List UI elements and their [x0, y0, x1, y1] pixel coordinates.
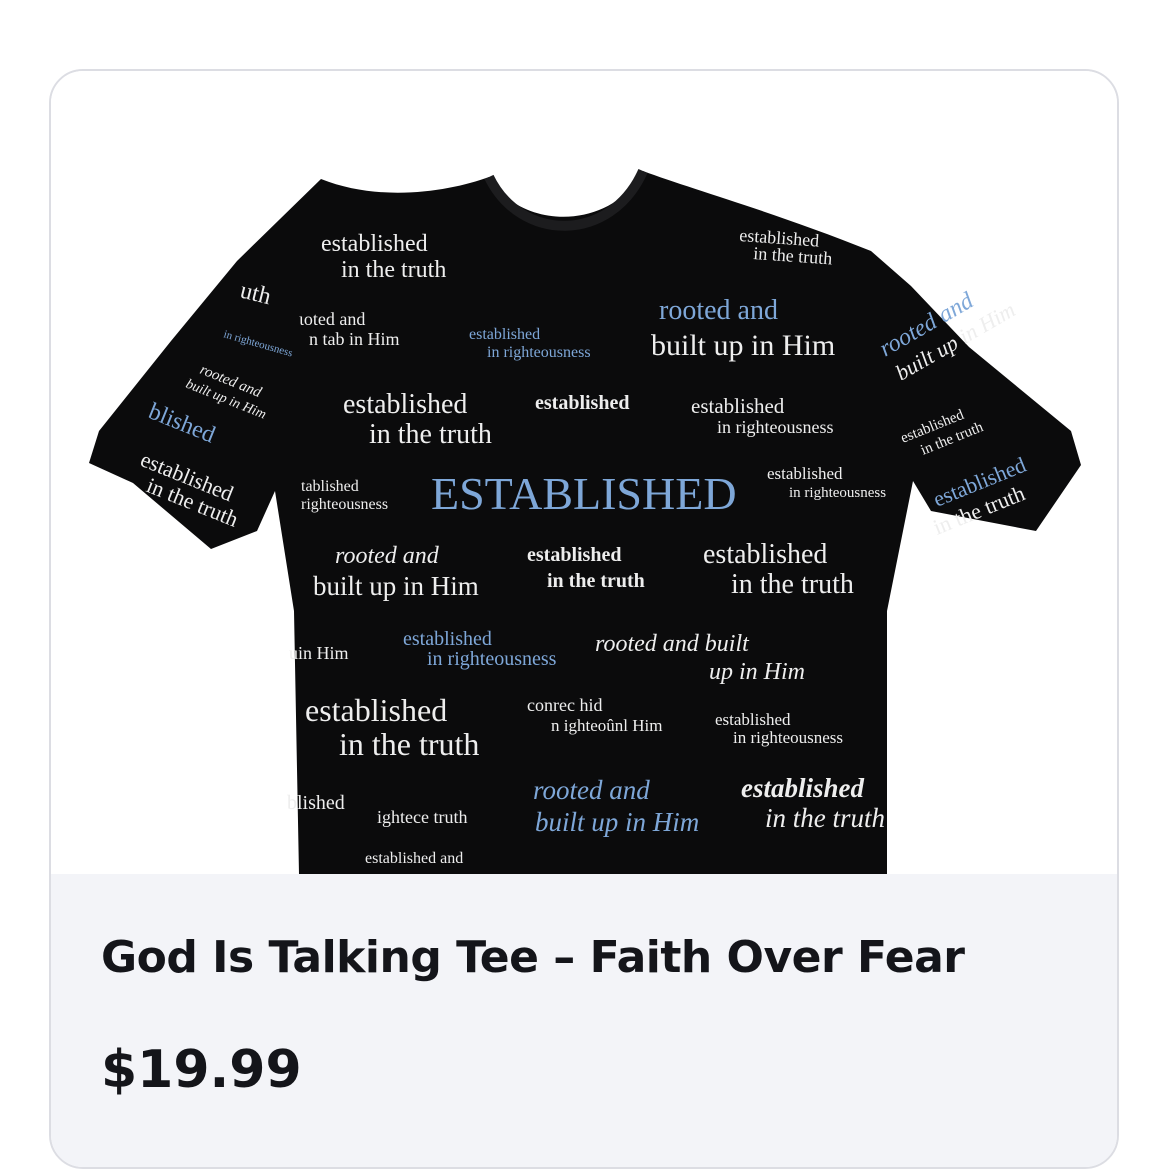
- print-text: rooted and built: [595, 631, 750, 657]
- print-text: rooted and: [533, 775, 650, 805]
- print-text: in the truth: [765, 803, 885, 833]
- print-text: rooted and: [659, 295, 778, 326]
- product-card[interactable]: ESTABLISHED established in the truth est…: [49, 69, 1119, 1169]
- print-text: established: [715, 710, 791, 729]
- print-text: established: [321, 231, 428, 257]
- print-text: established: [741, 773, 865, 803]
- product-title[interactable]: God Is Talking Tee – Faith Over Fear: [101, 932, 965, 983]
- print-text: in the truth: [731, 569, 854, 600]
- print-text: rooted and: [335, 543, 440, 569]
- print-text: established: [767, 464, 843, 483]
- print-text: righteousness: [301, 496, 388, 513]
- product-image[interactable]: ESTABLISHED established in the truth est…: [51, 71, 1117, 874]
- print-text: n tab in Him: [309, 329, 400, 349]
- tshirt-illustration: ESTABLISHED established in the truth est…: [89, 168, 1081, 874]
- print-text: in the truth: [547, 570, 645, 592]
- print-text: blished: [287, 792, 345, 814]
- product-price: $19.99: [101, 1040, 302, 1100]
- print-text: in the truth: [341, 257, 446, 283]
- print-headline: ESTABLISHED: [431, 468, 737, 519]
- print-text: established: [343, 389, 467, 420]
- product-info: God Is Talking Tee – Faith Over Fear $19…: [51, 874, 1117, 1167]
- print-text: in righteousness: [717, 417, 834, 437]
- print-text: in righteousness: [789, 485, 886, 501]
- print-text: established and: [365, 850, 463, 867]
- print-text: up in Him: [709, 659, 805, 685]
- print-text: established: [527, 544, 621, 566]
- print-text: built up in Him: [535, 807, 699, 837]
- print-text: uin Him: [289, 643, 349, 663]
- print-text: established: [703, 539, 827, 570]
- print-text: established: [305, 692, 447, 728]
- print-text: n ighteoûnl Him: [551, 716, 662, 735]
- print-text: established: [469, 326, 540, 343]
- print-text: ɩoted and: [299, 309, 365, 329]
- print-text: ightece truth: [377, 807, 467, 827]
- print-text: built up in Him: [651, 329, 835, 362]
- print-text: established: [691, 394, 785, 418]
- print-text: in the truth: [369, 419, 492, 450]
- print-text: conrec hid: [527, 695, 602, 715]
- print-text: established: [403, 628, 492, 650]
- print-text: tablished: [301, 478, 359, 495]
- print-text: built up in Him: [313, 571, 479, 601]
- print-text: in righteousness: [487, 344, 591, 361]
- print-text: in righteousness: [427, 648, 557, 670]
- print-text: established: [535, 392, 629, 414]
- print-text: in the truth: [339, 726, 479, 762]
- print-text: in righteousness: [733, 728, 843, 747]
